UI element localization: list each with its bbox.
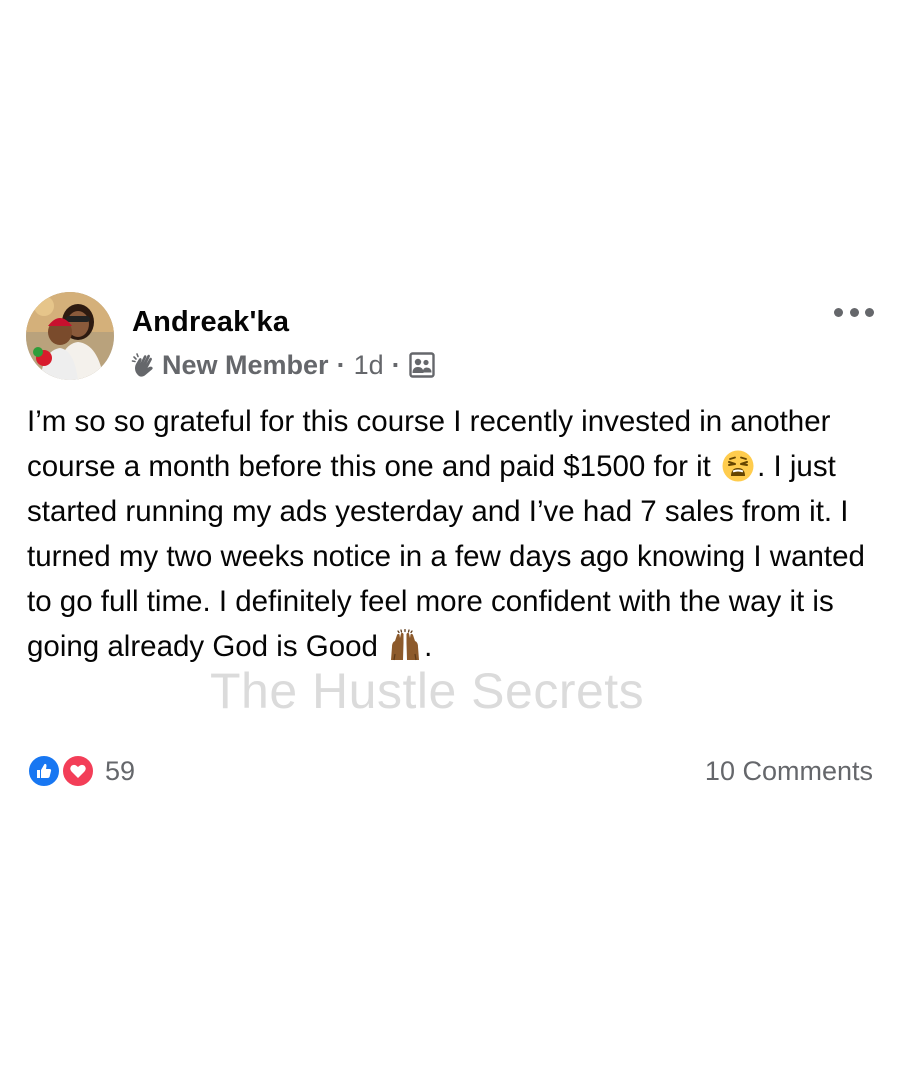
- post-meta: New Member · 1d ·: [130, 348, 435, 382]
- post-body-text-1: I’m so so grateful for this course I rec…: [27, 405, 831, 483]
- more-options-icon[interactable]: [834, 302, 874, 322]
- reaction-count: 59: [105, 755, 136, 786]
- profile-photo-avatar: [26, 292, 114, 380]
- love-icon: [61, 754, 95, 788]
- weary-face-emoji: [721, 449, 755, 483]
- post-body: I’m so so grateful for this course I rec…: [27, 399, 877, 669]
- raising-hands-emoji: [388, 628, 422, 663]
- post-body-text-3: .: [424, 630, 433, 663]
- watermark-text: The Hustle Secrets: [210, 663, 645, 719]
- author-name[interactable]: Andreak'ka: [132, 306, 289, 339]
- waving-hand-icon: [130, 351, 158, 379]
- post-time[interactable]: 1d: [354, 350, 384, 381]
- reactions-summary[interactable]: 59: [27, 754, 135, 788]
- post-header: Andreak'ka New Member · 1d ·: [0, 290, 900, 382]
- more-dot: [865, 307, 874, 317]
- post-card: Andreak'ka New Member · 1d · I’m so so g…: [0, 290, 900, 788]
- member-badge-label: New Member: [162, 349, 329, 380]
- group-members-icon: [408, 352, 435, 378]
- meta-separator: ·: [391, 349, 401, 380]
- meta-separator: ·: [336, 349, 346, 380]
- more-dot: [834, 307, 843, 317]
- post-footer: 59 10 Comments: [27, 754, 873, 790]
- like-icon: [27, 754, 61, 788]
- comments-count-link[interactable]: 10 Comments: [705, 756, 873, 787]
- author-avatar[interactable]: [26, 292, 114, 380]
- more-dot: [849, 307, 859, 317]
- reaction-icons: [27, 754, 97, 788]
